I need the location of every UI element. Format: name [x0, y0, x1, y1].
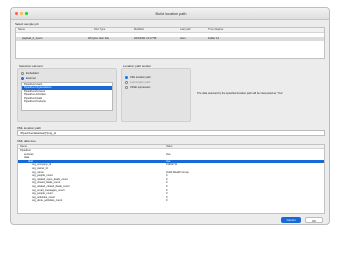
- schema-element-list[interactable]: Pipedrive.Users Pipedrive.Organizations …: [21, 82, 113, 111]
- file-name-cell: payload_2_1.json: [22, 37, 43, 40]
- data-tree-rows: Pipedrive success true data deal true org_comp…: [18, 149, 324, 203]
- column-header-last-path[interactable]: Last path: [180, 28, 191, 32]
- table-row-selected[interactable]: payload_2_1.json 28 bytes Json File 2/10…: [16, 37, 324, 41]
- tree-node-name: org_done_activities_count: [32, 199, 63, 203]
- xml-location-path-radio[interactable]: [125, 76, 128, 79]
- xml-location-path-label: XML location path: [130, 75, 151, 79]
- cancel-button[interactable]: Cancel: [281, 217, 301, 223]
- close-window-button[interactable]: [15, 12, 18, 15]
- list-item[interactable]: Pipedrive.Products: [22, 100, 112, 103]
- time-cell: Folder 14: [208, 37, 219, 40]
- zoom-window-button[interactable]: [25, 12, 28, 15]
- build-location-path-dialog: Build location path Select sample job Na…: [10, 7, 330, 225]
- location-panel: XML location path Last location path XPa…: [121, 68, 191, 122]
- sample-file-label: Select sample job: [15, 22, 39, 26]
- xpath-expression-radio[interactable]: [125, 86, 128, 89]
- xml-data-tree[interactable]: Name Value Pipedrive success true data deal t…: [17, 144, 325, 214]
- ok-button[interactable]: OK: [305, 217, 323, 223]
- external-radio[interactable]: [21, 77, 24, 80]
- column-header-size-type[interactable]: Size Type: [94, 28, 105, 32]
- last-location-path-radio[interactable]: [125, 81, 128, 84]
- modified-cell: 2/10/2021 21:17:56: [134, 37, 157, 40]
- last-location-path-label: Last location path: [130, 80, 151, 84]
- tree-node-value: 0: [166, 199, 168, 203]
- size-type-cell: 28 bytes Json File: [88, 37, 109, 40]
- embedded-label: Embedded: [26, 71, 39, 75]
- data-tree-label: XML data tree: [17, 139, 36, 143]
- embedded-radio[interactable]: [21, 72, 24, 75]
- sample-file-table: Name Size Type Modified Last path Time d…: [15, 27, 325, 59]
- external-label: External: [26, 76, 36, 80]
- location-path-input[interactable]: /Pipedrive/data/deal[*]/org_id: [17, 130, 325, 136]
- selection-panel: Embedded External Pipedrive.Users Pipedr…: [17, 68, 117, 122]
- column-header-name[interactable]: Name: [18, 28, 25, 32]
- column-header-modified[interactable]: Modified: [134, 28, 144, 32]
- xpath-expression-label: XPath expression: [130, 85, 151, 89]
- column-header-time[interactable]: Time diaptive: [208, 28, 223, 32]
- title-bar: Build location path: [11, 8, 329, 20]
- info-text: The data selected by the specified locat…: [197, 92, 284, 95]
- window-title: Build location path: [155, 12, 187, 16]
- last-path-cell: Json: [180, 37, 186, 40]
- minimize-window-button[interactable]: [20, 12, 23, 15]
- tree-row[interactable]: org_done_activities_count 0: [18, 199, 324, 203]
